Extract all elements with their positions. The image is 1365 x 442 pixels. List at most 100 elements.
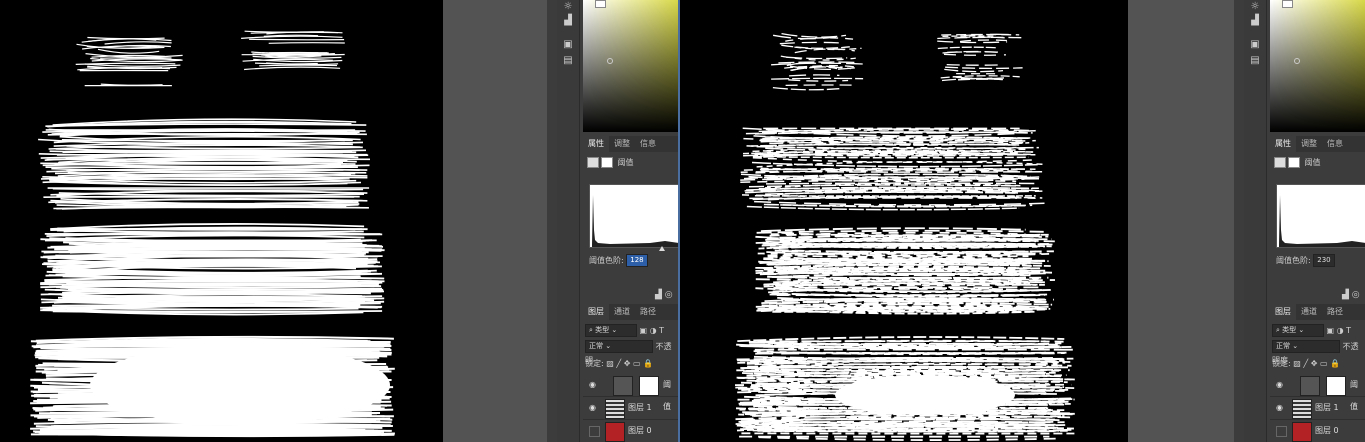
tab-layers[interactable]: 图层 bbox=[583, 304, 609, 320]
tab-info[interactable]: 信息 bbox=[1322, 136, 1348, 152]
layer-thumbnail bbox=[605, 422, 625, 442]
image-icon[interactable]: ▣ bbox=[561, 38, 575, 52]
toolstrip-right: ☼ ▟ ▣ ▤ bbox=[1244, 0, 1267, 442]
hair-stroke bbox=[49, 430, 381, 434]
threshold-value-input[interactable]: 230 bbox=[1313, 254, 1335, 267]
layer-row-threshold[interactable]: ◉ 阈值 bbox=[583, 374, 678, 411]
hair-stroke bbox=[42, 362, 387, 366]
view-icon[interactable]: ◎ bbox=[665, 290, 673, 300]
blend-mode-label: 正常 bbox=[1276, 342, 1290, 350]
hair-stroke bbox=[953, 76, 1008, 80]
clip-icon[interactable]: ▟ bbox=[655, 290, 662, 300]
hair-stroke bbox=[946, 63, 1001, 66]
lock-label: 锁定: bbox=[1272, 359, 1291, 368]
swatch-icon bbox=[1282, 0, 1293, 8]
hair-stroke bbox=[30, 390, 391, 394]
sun-icon[interactable]: ☼ bbox=[1248, 0, 1262, 14]
hair-stroke bbox=[771, 62, 863, 66]
canvas-left bbox=[0, 0, 443, 442]
hair-stroke bbox=[785, 37, 857, 42]
tab-layers[interactable]: 图层 bbox=[1270, 304, 1296, 320]
hair-stroke bbox=[940, 75, 1020, 79]
adjustment-name: 阈值 bbox=[1304, 158, 1321, 167]
lock-icons[interactable]: ▨ ╱ ✥ ▭ 🔒 bbox=[1293, 359, 1340, 368]
tab-adjustments[interactable]: 调整 bbox=[1296, 136, 1322, 152]
color-marker-icon[interactable] bbox=[1294, 58, 1300, 64]
kind-filter-select[interactable]: ⌕ 类型 ⌄ bbox=[585, 324, 637, 337]
color-picker-field[interactable] bbox=[1270, 0, 1365, 132]
tab-channels[interactable]: 通道 bbox=[1296, 304, 1322, 320]
tab-paths[interactable]: 路径 bbox=[1322, 304, 1348, 320]
hair-stroke bbox=[957, 78, 1003, 81]
eye-icon[interactable]: ◉ bbox=[1276, 403, 1285, 412]
sun-icon[interactable]: ☼ bbox=[561, 0, 575, 14]
histogram-icon[interactable]: ▟ bbox=[561, 14, 575, 28]
threshold-slider-handle[interactable] bbox=[659, 246, 665, 251]
eye-off-icon[interactable] bbox=[589, 426, 600, 437]
mask-icon[interactable] bbox=[1288, 157, 1300, 168]
adjustment-name: 阈值 bbox=[617, 158, 634, 167]
adjustment-header: 阈值 bbox=[587, 156, 678, 170]
hair-stroke bbox=[241, 35, 343, 39]
eye-icon[interactable]: ◉ bbox=[589, 380, 598, 389]
note-icon[interactable]: ▤ bbox=[1248, 54, 1262, 68]
lock-row: 锁定: ▨ ╱ ✥ ▭ 🔒 bbox=[1272, 357, 1365, 371]
lock-icons[interactable]: ▨ ╱ ✥ ▭ 🔒 bbox=[606, 359, 653, 368]
layer-thumbnail bbox=[1292, 399, 1312, 419]
layer-row-0[interactable]: 图层 0 bbox=[583, 420, 678, 442]
workspace-background-right bbox=[1128, 0, 1234, 442]
adjustment-icon[interactable] bbox=[1274, 157, 1286, 168]
eye-off-icon[interactable] bbox=[1276, 426, 1287, 437]
threshold-row: 阈值色阶: 230 bbox=[1276, 254, 1365, 268]
layer-row-1[interactable]: ◉ 图层 1 bbox=[583, 397, 678, 420]
threshold-row: 阈值色阶: 128 bbox=[589, 254, 678, 268]
hair-stroke bbox=[97, 48, 160, 54]
blend-mode-select[interactable]: 正常 ⌄ bbox=[585, 340, 653, 353]
threshold-value-input[interactable]: 128 bbox=[626, 254, 648, 267]
hair-stroke bbox=[254, 62, 318, 65]
layer-row-threshold[interactable]: ◉ 阈值 bbox=[1270, 374, 1365, 411]
blend-mode-select[interactable]: 正常 ⌄ bbox=[1272, 340, 1340, 353]
filter-icons[interactable]: ▣ ◑ T bbox=[1327, 326, 1352, 335]
hair-stroke bbox=[758, 436, 1058, 441]
hair-stroke bbox=[781, 44, 850, 49]
eye-icon[interactable]: ◉ bbox=[1276, 380, 1285, 389]
threshold-label: 阈值色阶: bbox=[1276, 256, 1311, 265]
tab-info[interactable]: 信息 bbox=[635, 136, 661, 152]
image-icon[interactable]: ▣ bbox=[1248, 38, 1262, 52]
mask-icon[interactable] bbox=[601, 157, 613, 168]
layer-row-0[interactable]: 图层 0 bbox=[1270, 420, 1365, 442]
hair-stroke bbox=[244, 66, 341, 71]
hair-stroke bbox=[751, 161, 1038, 168]
hair-stroke bbox=[778, 61, 857, 64]
kind-filter-select[interactable]: ⌕ 类型 ⌄ bbox=[1272, 324, 1324, 337]
filter-icons[interactable]: ▣ ◑ T bbox=[640, 326, 665, 335]
tab-properties[interactable]: 属性 bbox=[1270, 136, 1296, 152]
tab-channels[interactable]: 通道 bbox=[609, 304, 635, 320]
hair-stroke bbox=[772, 86, 840, 91]
view-icon[interactable]: ◎ bbox=[1352, 290, 1360, 300]
color-marker-icon[interactable] bbox=[607, 58, 613, 64]
histogram-icon[interactable]: ▟ bbox=[1248, 14, 1262, 28]
adjustment-icon[interactable] bbox=[587, 157, 599, 168]
hair-brush-strokes-left bbox=[30, 30, 395, 438]
hair-stroke bbox=[752, 155, 1030, 159]
hair-stroke bbox=[944, 68, 1004, 73]
eye-icon[interactable]: ◉ bbox=[589, 403, 598, 412]
color-picker-field[interactable] bbox=[583, 0, 678, 132]
tab-paths[interactable]: 路径 bbox=[635, 304, 661, 320]
note-icon[interactable]: ▤ bbox=[561, 54, 575, 68]
kind-filter-row: ⌕ 类型 ⌄ ▣ ◑ T bbox=[1272, 324, 1365, 338]
hair-stroke bbox=[84, 63, 181, 67]
blend-mode-label: 正常 bbox=[589, 342, 603, 350]
layer-thumbnail bbox=[1292, 422, 1312, 442]
tab-properties[interactable]: 属性 bbox=[583, 136, 609, 152]
hair-stroke bbox=[788, 79, 849, 82]
tab-adjustments[interactable]: 调整 bbox=[609, 136, 635, 152]
histogram bbox=[589, 184, 678, 248]
mask-thumbnail bbox=[639, 376, 659, 396]
mask-thumbnail bbox=[1326, 376, 1346, 396]
hair-stroke bbox=[789, 74, 840, 77]
clip-icon[interactable]: ▟ bbox=[1342, 290, 1349, 300]
layer-row-1[interactable]: ◉ 图层 1 bbox=[1270, 397, 1365, 420]
